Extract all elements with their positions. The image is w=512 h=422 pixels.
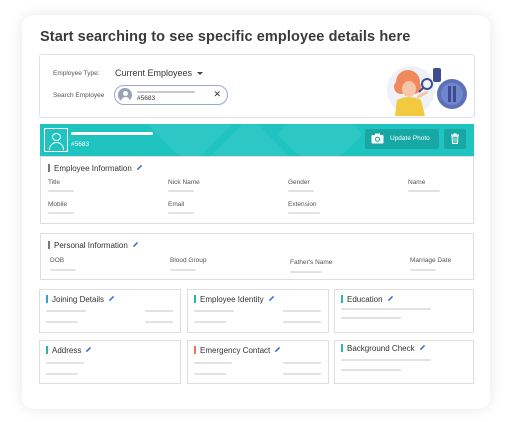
field-label-mobile: Mobile (48, 201, 68, 208)
field-label-dob: DOB (50, 257, 65, 264)
employee-information-title: Employee Information (54, 164, 132, 173)
avatar-icon (44, 128, 68, 152)
field-label-gender: Gender (288, 179, 310, 186)
trash-icon (451, 133, 459, 144)
section-title: Employee Identity (194, 295, 275, 304)
field-label-title: Title (48, 179, 61, 186)
emergency-contact-card: Emergency Contact (187, 340, 329, 384)
field-label-fathers-name: Father's Name (290, 259, 333, 266)
joining-details-title: Joining Details (52, 295, 105, 304)
employee-id: #5683 (71, 141, 90, 148)
page-title: Start searching to see specific employee… (40, 29, 411, 45)
employee-identity-card: Employee Identity (187, 289, 329, 333)
employee-name-placeholder (71, 132, 153, 135)
pencil-icon[interactable] (387, 295, 394, 302)
update-photo-button[interactable]: Update Photo (365, 129, 439, 149)
pencil-icon[interactable] (136, 164, 143, 171)
education-title: Education (347, 295, 383, 304)
pencil-icon[interactable] (274, 346, 281, 353)
pencil-icon[interactable] (108, 295, 115, 302)
field-label-blood-group: Blood Group (170, 257, 207, 264)
section-title: Background Check (341, 344, 426, 353)
camera-icon (371, 133, 384, 144)
employee-type-label: Employee Type: (53, 70, 100, 77)
pencil-icon[interactable] (419, 344, 426, 351)
search-illustration (387, 66, 467, 116)
close-icon[interactable]: ✕ (213, 89, 221, 100)
pencil-icon[interactable] (132, 241, 139, 248)
employee-identity-title: Employee Identity (200, 295, 264, 304)
section-title: Joining Details (46, 295, 115, 304)
personal-information-title: Personal Information (54, 241, 128, 250)
address-title: Address (52, 346, 82, 355)
address-card: Address (39, 340, 181, 384)
field-label-email: Email (168, 201, 185, 208)
field-label-marriage-date: Marriage Date (410, 257, 452, 264)
section-title: Address (46, 346, 92, 355)
employee-name-placeholder (137, 91, 195, 93)
pencil-icon[interactable] (268, 295, 275, 302)
personal-information-card: Personal Information DOB Blood Group Fat… (40, 233, 474, 280)
section-title: Education (341, 295, 394, 304)
background-check-card: Background Check (334, 340, 474, 384)
emergency-contact-title: Emergency Contact (200, 346, 271, 355)
employee-type-value: Current Employees (115, 68, 193, 78)
search-value: #5683 (137, 94, 156, 102)
employee-information-card: Employee Information Title Nick Name Gen… (40, 156, 474, 224)
field-label-extension: Extension (288, 201, 317, 208)
search-employee-input[interactable]: #5683 ✕ (114, 85, 228, 105)
chevron-down-icon (197, 72, 204, 76)
education-card: Education (334, 289, 474, 333)
section-title: Emergency Contact (194, 346, 281, 355)
search-employee-label: Search Employee (53, 92, 105, 99)
section-title: Employee Information (48, 164, 143, 173)
employee-type-dropdown[interactable]: Current Employees (115, 68, 204, 78)
section-title: Personal Information (48, 241, 139, 250)
background-check-title: Background Check (347, 344, 415, 353)
delete-button[interactable] (444, 129, 466, 149)
pencil-icon[interactable] (85, 346, 92, 353)
employee-header: #5683 Update Photo (40, 124, 474, 156)
field-label-nick-name: Nick Name (168, 179, 200, 186)
avatar (118, 88, 132, 102)
joining-details-card: Joining Details (39, 289, 181, 333)
update-photo-label: Update Photo (390, 135, 430, 142)
field-label-name: Name (408, 179, 426, 186)
